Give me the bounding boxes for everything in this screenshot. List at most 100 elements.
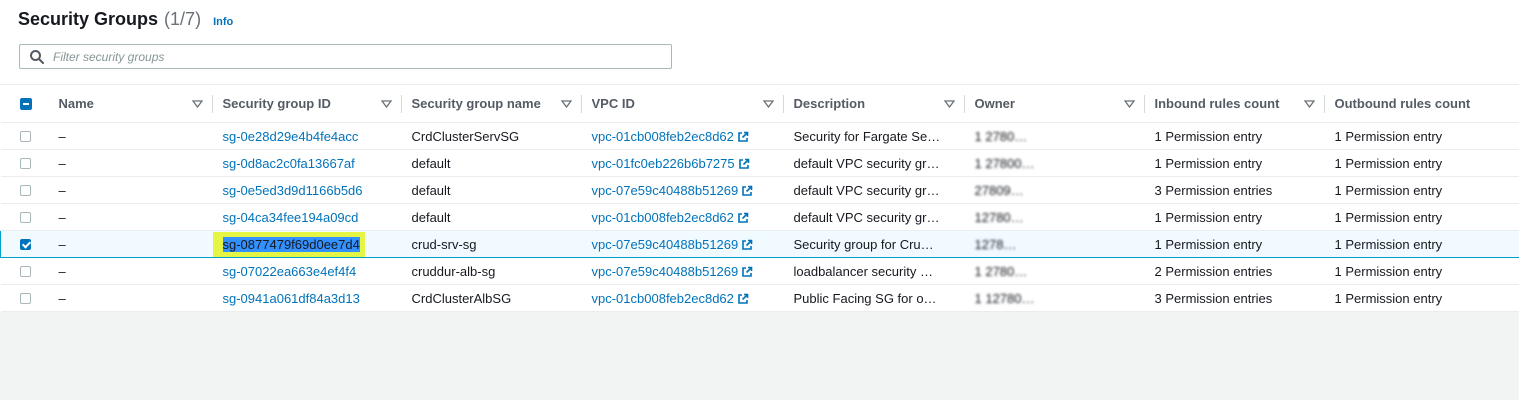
column-header-inbound[interactable]: Inbound rules count bbox=[1144, 85, 1325, 123]
cell-vpc-id: vpc-07e59c40488b51269 bbox=[581, 176, 784, 204]
row-checkbox-cell[interactable] bbox=[0, 203, 49, 231]
external-link-icon[interactable] bbox=[737, 293, 749, 305]
vpc-id-link[interactable]: vpc-07e59c40488b51269 bbox=[592, 237, 739, 252]
cell-owner: 12780… bbox=[964, 203, 1145, 231]
cell-description: Security group for Cru… bbox=[783, 230, 965, 258]
vpc-id-link[interactable]: vpc-01cb008feb2ec8d62 bbox=[592, 291, 734, 306]
row-checkbox[interactable] bbox=[19, 292, 31, 304]
cell-description: default VPC security gr… bbox=[783, 203, 965, 231]
selection-count: (1/7) bbox=[164, 9, 202, 29]
sort-caret-icon[interactable] bbox=[560, 99, 572, 108]
row-checkbox[interactable] bbox=[19, 265, 31, 277]
sg-id-link[interactable]: sg-0e5ed3d9d1166b5d6 bbox=[223, 183, 363, 198]
table-row[interactable]: – sg-0941a061df84a3d13 CrdClusterAlbSG v… bbox=[0, 284, 1519, 312]
column-header-outbound[interactable]: Outbound rules count bbox=[1324, 85, 1519, 123]
select-all-header[interactable] bbox=[0, 85, 49, 123]
table-row[interactable]: – sg-0d8ac2c0fa13667af default vpc-01fc0… bbox=[0, 149, 1519, 177]
cell-sg-name: cruddur-alb-sg bbox=[401, 257, 582, 285]
select-all-checkbox[interactable] bbox=[19, 97, 32, 110]
row-checkbox-cell[interactable] bbox=[0, 176, 49, 204]
table-row[interactable]: – sg-0e28d29e4b4fe4acc CrdClusterServSG … bbox=[0, 122, 1519, 150]
sg-id-link[interactable]: sg-0941a061df84a3d13 bbox=[223, 291, 360, 306]
sg-id-link[interactable]: sg-0d8ac2c0fa13667af bbox=[223, 156, 355, 171]
table-header-row: Name Security group ID Security group na… bbox=[0, 85, 1519, 123]
vpc-id-link[interactable]: vpc-07e59c40488b51269 bbox=[592, 183, 739, 198]
table-row[interactable]: – sg-0e5ed3d9d1166b5d6 default vpc-07e59… bbox=[0, 176, 1519, 204]
cell-sg-id: sg-04ca34fee194a09cd bbox=[212, 203, 402, 231]
cell-sg-name: CrdClusterServSG bbox=[401, 122, 582, 150]
external-link-icon[interactable] bbox=[737, 212, 749, 224]
cell-inbound: 3 Permission entries bbox=[1144, 176, 1325, 204]
external-link-icon[interactable] bbox=[738, 158, 750, 170]
cell-inbound: 1 Permission entry bbox=[1144, 203, 1325, 231]
cell-inbound: 1 Permission entry bbox=[1144, 230, 1325, 258]
row-checkbox-cell[interactable] bbox=[0, 230, 49, 258]
row-checkbox-cell[interactable] bbox=[0, 257, 49, 285]
cell-description: default VPC security gr… bbox=[783, 149, 965, 177]
cell-vpc-id: vpc-01fc0eb226b6b7275 bbox=[581, 149, 784, 177]
column-header-name[interactable]: Name bbox=[48, 85, 213, 123]
cell-outbound: 1 Permission entry bbox=[1324, 122, 1519, 150]
row-checkbox[interactable] bbox=[19, 157, 31, 169]
column-header-vpc-id[interactable]: VPC ID bbox=[581, 85, 784, 123]
sort-caret-icon[interactable] bbox=[943, 99, 955, 108]
vpc-id-link[interactable]: vpc-01cb008feb2ec8d62 bbox=[592, 129, 734, 144]
sort-caret-icon[interactable] bbox=[380, 99, 392, 108]
panel-header: Security Groups (1/7) Info bbox=[18, 9, 233, 33]
sort-caret-icon[interactable] bbox=[1123, 99, 1135, 108]
external-link-icon[interactable] bbox=[737, 131, 749, 143]
search-icon bbox=[30, 49, 44, 64]
vpc-id-link[interactable]: vpc-07e59c40488b51269 bbox=[592, 264, 739, 279]
info-link[interactable]: Info bbox=[213, 16, 233, 28]
table-row[interactable]: – sg-07022ea663e4ef4f4 cruddur-alb-sg vp… bbox=[0, 257, 1519, 285]
row-checkbox[interactable] bbox=[19, 130, 31, 142]
cell-owner: 1 12780… bbox=[964, 284, 1145, 312]
cell-inbound: 2 Permission entries bbox=[1144, 257, 1325, 285]
cell-vpc-id: vpc-01cb008feb2ec8d62 bbox=[581, 203, 784, 231]
sort-caret-icon[interactable] bbox=[762, 99, 774, 108]
cell-vpc-id: vpc-01cb008feb2ec8d62 bbox=[581, 284, 784, 312]
column-header-sg-name[interactable]: Security group name bbox=[401, 85, 582, 123]
sg-id-link[interactable]: sg-0877479f69d0ee7d4 bbox=[212, 234, 362, 254]
cell-vpc-id: vpc-07e59c40488b51269 bbox=[581, 230, 784, 258]
security-groups-panel: Security Groups (1/7) Info Filter securi… bbox=[0, 0, 1519, 312]
cell-inbound: 1 Permission entry bbox=[1144, 149, 1325, 177]
vpc-id-link[interactable]: vpc-01fc0eb226b6b7275 bbox=[592, 156, 735, 171]
external-link-icon[interactable] bbox=[741, 239, 753, 251]
sort-caret-icon[interactable] bbox=[191, 99, 203, 108]
cell-description: loadbalancer security … bbox=[783, 257, 965, 285]
column-header-owner[interactable]: Owner bbox=[964, 85, 1145, 123]
sort-caret-icon[interactable] bbox=[1303, 99, 1315, 108]
owner-redacted: 1 27800… bbox=[974, 155, 1035, 171]
cell-sg-id: sg-0e5ed3d9d1166b5d6 bbox=[212, 176, 402, 204]
cell-owner: 1278… bbox=[964, 230, 1145, 258]
cell-sg-id: sg-0941a061df84a3d13 bbox=[212, 284, 402, 312]
row-checkbox-cell[interactable] bbox=[0, 149, 49, 177]
column-header-sg-id[interactable]: Security group ID bbox=[212, 85, 402, 123]
vpc-id-link[interactable]: vpc-01cb008feb2ec8d62 bbox=[592, 210, 734, 225]
row-checkbox-cell[interactable] bbox=[0, 122, 49, 150]
cell-inbound: 3 Permission entries bbox=[1144, 284, 1325, 312]
page-title: Security Groups bbox=[18, 9, 159, 29]
cell-description: Public Facing SG for o… bbox=[783, 284, 965, 312]
cell-owner: 1 2780… bbox=[964, 257, 1145, 285]
cell-description: Security for Fargate Se… bbox=[783, 122, 965, 150]
external-link-icon[interactable] bbox=[741, 266, 753, 278]
filter-search-box[interactable] bbox=[19, 44, 672, 69]
sg-id-link[interactable]: sg-04ca34fee194a09cd bbox=[223, 210, 359, 225]
sg-id-link[interactable]: sg-07022ea663e4ef4f4 bbox=[223, 264, 357, 279]
cell-sg-name: crud-srv-sg bbox=[401, 230, 582, 258]
owner-redacted: 1 2780… bbox=[974, 263, 1028, 279]
search-input[interactable] bbox=[51, 45, 671, 68]
row-checkbox-cell[interactable] bbox=[0, 284, 49, 312]
cell-sg-name: CrdClusterAlbSG bbox=[401, 284, 582, 312]
column-header-description[interactable]: Description bbox=[783, 85, 965, 123]
table-row[interactable]: – sg-04ca34fee194a09cd default vpc-01cb0… bbox=[0, 203, 1519, 231]
table-row[interactable]: – sg-0877479f69d0ee7d4 crud-srv-sg vpc-0… bbox=[0, 230, 1519, 258]
row-checkbox[interactable] bbox=[20, 238, 31, 250]
sg-id-link[interactable]: sg-0e28d29e4b4fe4acc bbox=[223, 129, 359, 144]
owner-redacted: 27809… bbox=[974, 182, 1024, 198]
row-checkbox[interactable] bbox=[19, 184, 31, 196]
row-checkbox[interactable] bbox=[19, 211, 31, 223]
external-link-icon[interactable] bbox=[741, 185, 753, 197]
